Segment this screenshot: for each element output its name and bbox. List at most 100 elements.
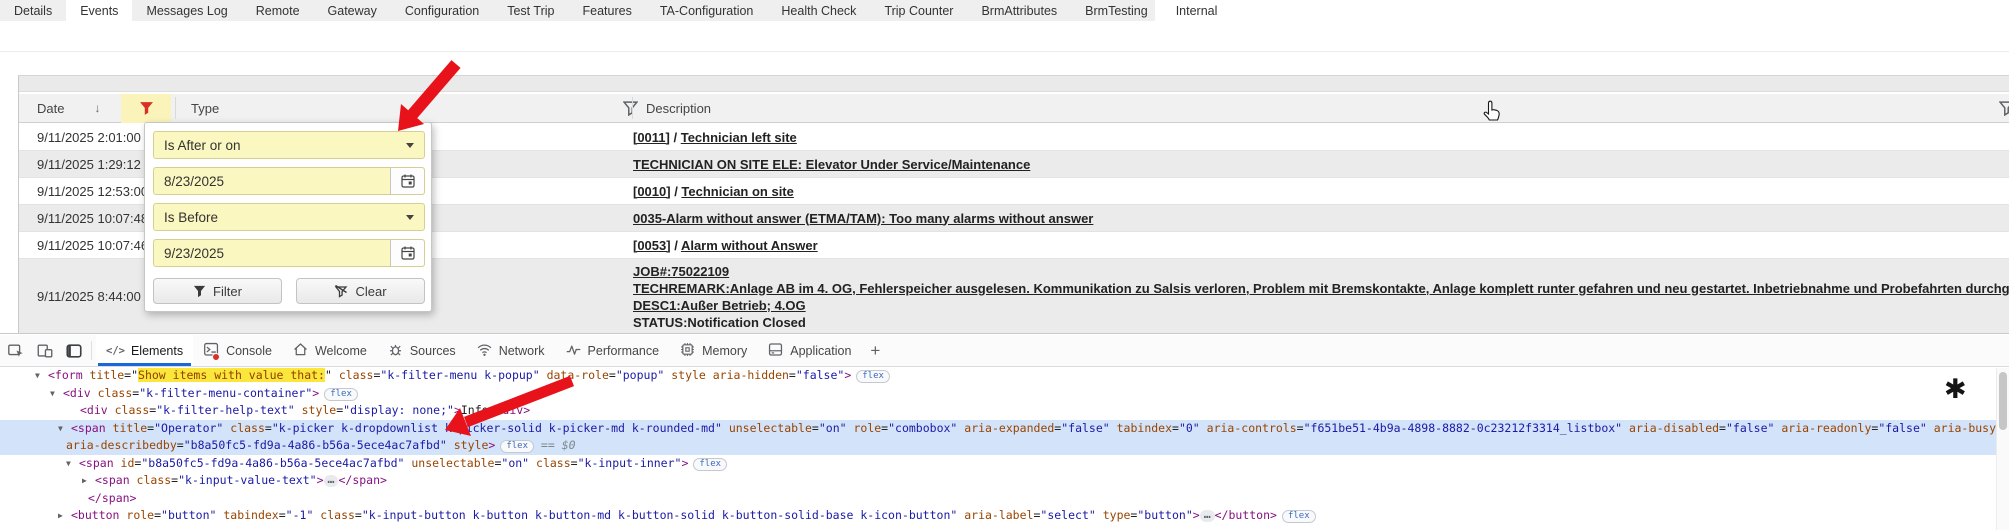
description-link[interactable]: Alarm without Answer — [681, 238, 818, 253]
tab-remote[interactable]: Remote — [242, 0, 314, 21]
filter-date-2-input[interactable]: 9/23/2025 — [153, 239, 425, 267]
description-filter-icon-button[interactable] — [1981, 94, 2009, 123]
code-line[interactable]: </span> — [0, 490, 1996, 508]
funnel-clear-icon — [334, 284, 348, 298]
dock-layout-icon[interactable] — [61, 335, 87, 366]
column-separator — [632, 97, 633, 119]
devtools-tab-label: Application — [790, 344, 851, 358]
code-line[interactable]: <div class="k-filter-help-text" style="d… — [0, 402, 1996, 420]
collapse-arrow-icon[interactable]: ▼ — [66, 455, 79, 473]
tab-internal[interactable]: Internal — [1162, 0, 1232, 21]
code-line[interactable]: aria-describedby="b8a50fc5-fd9a-4a86-b56… — [0, 437, 1996, 455]
description-link[interactable]: [0053] — [633, 238, 671, 253]
more-tools-button[interactable]: + — [861, 335, 889, 366]
date-filter-icon-button[interactable] — [121, 94, 171, 123]
expand-arrow-icon[interactable]: ▶ — [58, 507, 71, 525]
expand-arrow-icon[interactable]: ▶ — [82, 472, 95, 490]
tab-configuration[interactable]: Configuration — [391, 0, 493, 21]
code-token: == $0 — [534, 438, 576, 452]
tab-details[interactable]: Details — [0, 0, 66, 21]
code-token: <span — [79, 456, 114, 470]
code-line[interactable]: ▼<span title="Operator" class="k-picker … — [0, 420, 1996, 438]
description-link[interactable]: JOB#:75022109 — [633, 264, 729, 279]
description-text: / — [670, 130, 681, 145]
tab-brmattributes[interactable]: BrmAttributes — [967, 0, 1071, 21]
code-token: "-1" — [286, 508, 314, 522]
toolbar-separator — [91, 341, 92, 360]
devtools-tab-network[interactable]: Network — [466, 335, 555, 366]
code-line[interactable]: ▶<button role="button" tabindex="-1" cla… — [0, 507, 1996, 525]
devtools-scrollbar[interactable] — [1996, 368, 2009, 530]
description-link[interactable]: [0010] — [633, 184, 671, 199]
column-label-type: Type — [191, 101, 219, 116]
collapse-arrow-icon[interactable]: ▼ — [35, 367, 48, 385]
tab-test-trip[interactable]: Test Trip — [493, 0, 568, 21]
devtools-tab-elements[interactable]: </>Elements — [96, 335, 193, 366]
column-label-date: Date — [37, 101, 64, 116]
column-header-description[interactable]: Description — [646, 94, 711, 122]
calendar-picker-button[interactable] — [390, 168, 424, 194]
description-line: [0011] / Technician left site — [633, 129, 2009, 146]
devtools-tab-performance[interactable]: Performance — [555, 335, 670, 366]
column-header-date[interactable]: Date ↓ — [37, 94, 100, 122]
tab-gateway[interactable]: Gateway — [314, 0, 391, 21]
network-icon — [476, 341, 493, 361]
code-token: Show items with value that: — [138, 368, 325, 382]
code-token: type — [1096, 508, 1131, 522]
filter-button[interactable]: Filter — [153, 278, 282, 304]
filter-operator-1-dropdown[interactable]: Is After or on — [153, 131, 425, 159]
tab-events[interactable]: Events — [66, 0, 132, 21]
description-link[interactable]: 0035-Alarm without answer (ETMA/TAM): To… — [633, 211, 1093, 226]
code-token: > — [312, 386, 319, 400]
devtools-tab-memory[interactable]: Memory — [669, 335, 757, 366]
description-link[interactable]: Technician left site — [681, 130, 797, 145]
expand-ellipsis-button[interactable]: … — [324, 475, 339, 487]
tab-messages-log[interactable]: Messages Log — [132, 0, 241, 21]
collapse-arrow-icon[interactable]: ▼ — [50, 385, 63, 403]
code-line[interactable]: ▼<span id="b8a50fc5-fd9a-4a86-b56a-5ece4… — [0, 455, 1996, 473]
description-cell: [0011] / Technician left site — [633, 124, 2009, 150]
tab-health-check[interactable]: Health Check — [767, 0, 870, 21]
tab-trip-counter[interactable]: Trip Counter — [870, 0, 967, 21]
description-link[interactable]: DESC1:Außer Betrieb; 4.OG — [633, 298, 806, 313]
inspect-icon[interactable] — [3, 335, 29, 366]
code-line[interactable]: ▼<div class="k-filter-menu-container">fl… — [0, 385, 1996, 403]
performance-icon — [565, 341, 582, 361]
date-cell: 9/11/2025 1:29:12 P — [37, 151, 153, 177]
devtools-elements-tree[interactable]: ▼<form title="Show items with value that… — [0, 367, 1996, 530]
expand-ellipsis-button[interactable]: … — [1200, 510, 1215, 522]
filter-button-label: Filter — [213, 284, 242, 299]
filter-operator-2-dropdown[interactable]: Is Before — [153, 203, 425, 231]
flex-badge: flex — [324, 388, 358, 401]
devtools-tab-application[interactable]: Application — [757, 335, 861, 366]
code-token: "k-input-button k-button k-button-md k-b… — [362, 508, 957, 522]
code-token: </span> — [88, 491, 136, 505]
calendar-picker-button[interactable] — [390, 240, 424, 266]
description-link[interactable]: TECHREMARK:Anlage AB im 4. OG, Fehlerspe… — [633, 281, 2009, 296]
devtools-tab-console[interactable]: Console — [193, 335, 282, 366]
tab-brmtesting[interactable]: BrmTesting — [1071, 0, 1162, 21]
code-line[interactable]: ▼<form title="Show items with value that… — [0, 367, 1996, 385]
code-token: =" — [124, 368, 138, 382]
code-line[interactable]: ▶<span class="k-input-value-text">…</spa… — [0, 472, 1996, 490]
devtools-tab-welcome[interactable]: Welcome — [282, 335, 377, 366]
code-token: = — [812, 421, 819, 435]
description-link[interactable]: Technician on site — [681, 184, 793, 199]
code-token: "combobox" — [888, 421, 957, 435]
memory-icon — [679, 341, 696, 361]
code-token: "display: none;" — [343, 403, 454, 417]
description-line: DESC1:Außer Betrieb; 4.OG — [633, 297, 2009, 314]
description-link[interactable]: [0011] — [633, 130, 670, 145]
scrollbar-thumb[interactable] — [1999, 372, 2007, 430]
collapse-arrow-icon[interactable]: ▼ — [58, 420, 71, 438]
devtools-tab-sources[interactable]: Sources — [377, 335, 466, 366]
code-token: "k-input-inner" — [578, 456, 682, 470]
tab-features[interactable]: Features — [568, 0, 645, 21]
clear-button[interactable]: Clear — [296, 278, 425, 304]
device-emulation-icon[interactable] — [32, 335, 58, 366]
tab-ta-configuration[interactable]: TA-Configuration — [646, 0, 768, 21]
code-token: <span — [95, 473, 130, 487]
filter-date-1-input[interactable]: 8/23/2025 — [153, 167, 425, 195]
description-link[interactable]: TECHNICIAN ON SITE ELE: Elevator Under S… — [633, 157, 1030, 172]
column-header-type[interactable]: Type — [191, 94, 219, 122]
